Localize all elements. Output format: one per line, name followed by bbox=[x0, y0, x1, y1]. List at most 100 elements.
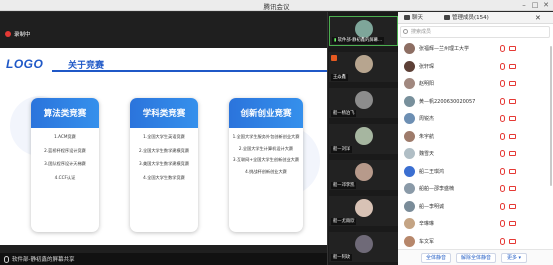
video-tile[interactable]: 船—邓李凯 bbox=[329, 160, 398, 190]
muted-mic-icon[interactable] bbox=[500, 115, 505, 122]
member-avatar bbox=[404, 235, 415, 247]
title-bar: 腾讯会议 – □ ✕ bbox=[0, 0, 553, 11]
participant-name: 船—阿玫 bbox=[331, 254, 353, 261]
orange-badge-icon bbox=[331, 55, 337, 61]
member-list-scrollbar[interactable] bbox=[550, 46, 552, 186]
camera-off-icon[interactable] bbox=[509, 203, 516, 209]
members-panel: 聊天 管理成员(154) ✕ 搜索成员 张福辉—兰州理工大学张轩琛赵明阳黄—帆2… bbox=[398, 12, 553, 265]
member-row[interactable]: 张轩琛 bbox=[398, 60, 553, 74]
member-name: 赵明阳 bbox=[419, 81, 435, 87]
panel-close-button[interactable]: ✕ bbox=[535, 13, 541, 23]
more-button[interactable]: 更多 ▾ bbox=[501, 253, 527, 263]
member-row[interactable]: 张福辉—兰州理工大学 bbox=[398, 42, 553, 56]
participant-name: 船—刘洋 bbox=[331, 146, 353, 153]
microphone-icon[interactable] bbox=[4, 255, 9, 263]
card-item: 2.全国大学生数学建模竞赛 bbox=[138, 147, 190, 153]
camera-off-icon[interactable] bbox=[509, 81, 516, 86]
video-tile[interactable]: 王焱鑫 bbox=[329, 52, 398, 82]
participant-avatar bbox=[354, 20, 373, 38]
card-item: 2.蓝桥杯程序设计竞赛 bbox=[44, 147, 86, 153]
member-row[interactable]: 辛琳琳 bbox=[398, 217, 553, 231]
participant-avatar bbox=[354, 91, 373, 109]
muted-mic-icon[interactable] bbox=[500, 220, 505, 227]
camera-off-icon[interactable] bbox=[509, 151, 516, 156]
video-tile[interactable]: 船—杨泊飞 bbox=[329, 88, 398, 118]
search-icon bbox=[403, 29, 408, 34]
card-item: 3.互联网+全国大学生创新创业大赛 bbox=[232, 157, 300, 162]
camera-off-icon[interactable] bbox=[509, 116, 516, 121]
member-row[interactable]: 船二王琪鸿 bbox=[398, 165, 553, 179]
member-row[interactable]: 黄—帆2200630020057 bbox=[398, 95, 553, 109]
muted-mic-icon[interactable] bbox=[500, 185, 505, 192]
camera-off-icon[interactable] bbox=[509, 63, 516, 69]
video-tile[interactable]: 船—刘洋 bbox=[329, 124, 398, 154]
card-item: 1.全国大学生英语竞赛 bbox=[143, 134, 185, 139]
card-subject: 学科类竞赛 1.全国大学生英语竞赛 2.全国大学生数学建模竞赛 3.美国大学生数… bbox=[130, 98, 198, 232]
member-avatar bbox=[404, 148, 415, 159]
share-status-bar: 软件部-静初鑫的屏幕共享 bbox=[0, 253, 327, 265]
members-icon bbox=[444, 15, 450, 20]
unmute-all-button[interactable]: 解除全体静音 bbox=[456, 253, 496, 263]
recording-indicator[interactable]: 录制中 bbox=[5, 28, 31, 39]
camera-off-icon[interactable] bbox=[509, 46, 516, 51]
card-item: 1.全国大学生服务外包创新创业大赛 bbox=[232, 134, 300, 139]
video-tile[interactable]: 船—尤雨欣 bbox=[329, 196, 398, 226]
screen-share-area: 录制中 LOGO 关于竞赛 算法类竞赛 1.ACM竞赛 2.蓝桥杯程序设计竞赛 … bbox=[0, 12, 327, 265]
muted-mic-icon[interactable] bbox=[500, 150, 505, 157]
camera-off-icon[interactable] bbox=[509, 186, 516, 191]
camera-off-icon[interactable] bbox=[509, 221, 516, 226]
card-algorithm: 算法类竞赛 1.ACM竞赛 2.蓝桥杯程序设计竞赛 3.团队程序设计天梯赛 4.… bbox=[31, 98, 99, 232]
video-tile[interactable]: ▮ 软件部-静初鑫的屏幕... bbox=[329, 16, 398, 46]
camera-off-icon[interactable] bbox=[509, 238, 516, 244]
muted-mic-icon[interactable] bbox=[500, 80, 505, 87]
muted-mic-icon[interactable] bbox=[500, 62, 505, 70]
member-row[interactable]: 朱宇航 bbox=[398, 130, 553, 144]
member-row[interactable]: 魏雪天 bbox=[398, 147, 553, 161]
member-row[interactable]: 船舶—邵李盛楠 bbox=[398, 182, 553, 196]
member-row[interactable]: 车文军 bbox=[398, 235, 553, 249]
member-name: 车文军 bbox=[419, 238, 435, 245]
tab-members[interactable]: 管理成员(154) bbox=[444, 13, 489, 23]
muted-mic-icon[interactable] bbox=[500, 167, 505, 175]
member-avatar bbox=[404, 78, 415, 89]
card-item: 3.美国大学生数学建模竞赛 bbox=[138, 161, 190, 166]
muted-mic-icon[interactable] bbox=[500, 237, 505, 245]
member-name: 张福辉—兰州理工大学 bbox=[419, 46, 470, 52]
slide-logo: LOGO bbox=[6, 57, 44, 71]
video-tile[interactable]: 船—阿玫 bbox=[329, 232, 398, 262]
member-avatar bbox=[404, 218, 415, 229]
member-name: 船—李明诚 bbox=[419, 203, 445, 210]
muted-mic-icon[interactable] bbox=[500, 45, 505, 52]
member-avatar bbox=[404, 130, 415, 142]
mute-all-button[interactable]: 全体静音 bbox=[421, 253, 451, 263]
camera-off-icon[interactable] bbox=[509, 168, 516, 174]
member-row[interactable]: 船—李明诚 bbox=[398, 200, 553, 214]
member-avatar bbox=[404, 183, 415, 194]
camera-off-icon[interactable] bbox=[509, 98, 516, 104]
card-item: 4.挑战杯创新创业大赛 bbox=[245, 168, 287, 174]
camera-off-icon[interactable] bbox=[509, 133, 516, 139]
member-avatar bbox=[404, 113, 415, 124]
panel-tabs: 聊天 管理成员(154) ✕ bbox=[398, 12, 553, 24]
member-name: 船舶—邵李盛楠 bbox=[419, 186, 455, 192]
muted-mic-icon[interactable] bbox=[500, 97, 505, 105]
muted-mic-icon[interactable] bbox=[500, 202, 505, 210]
member-name: 黄—帆2200630020057 bbox=[419, 98, 476, 105]
panel-footer: 全体静音 解除全体静音 更多 ▾ bbox=[398, 249, 553, 265]
tab-chat[interactable]: 聊天 bbox=[404, 13, 423, 23]
member-row[interactable]: 周锐杰 bbox=[398, 112, 553, 126]
card-item: 1.ACM竞赛 bbox=[54, 134, 76, 139]
participant-name: 船—邓李凯 bbox=[331, 182, 357, 189]
card-heading: 学科类竞赛 bbox=[130, 98, 198, 128]
card-item: 4.全国大学生数学竞赛 bbox=[143, 174, 185, 180]
muted-mic-icon[interactable] bbox=[500, 132, 505, 140]
close-button[interactable]: ✕ bbox=[540, 1, 552, 10]
member-name: 魏雪天 bbox=[419, 151, 435, 157]
record-dot-icon bbox=[5, 30, 11, 37]
card-item: 2.全国大学生计算机设计大赛 bbox=[238, 145, 294, 151]
member-search-input[interactable]: 搜索成员 bbox=[400, 26, 550, 38]
member-row[interactable]: 赵明阳 bbox=[398, 77, 553, 91]
card-item: 4.CCF认证 bbox=[54, 174, 76, 180]
member-list: 张福辉—兰州理工大学张轩琛赵明阳黄—帆2200630020057 周锐杰朱宇航魏雪… bbox=[398, 42, 553, 254]
recording-label: 录制中 bbox=[14, 31, 31, 38]
